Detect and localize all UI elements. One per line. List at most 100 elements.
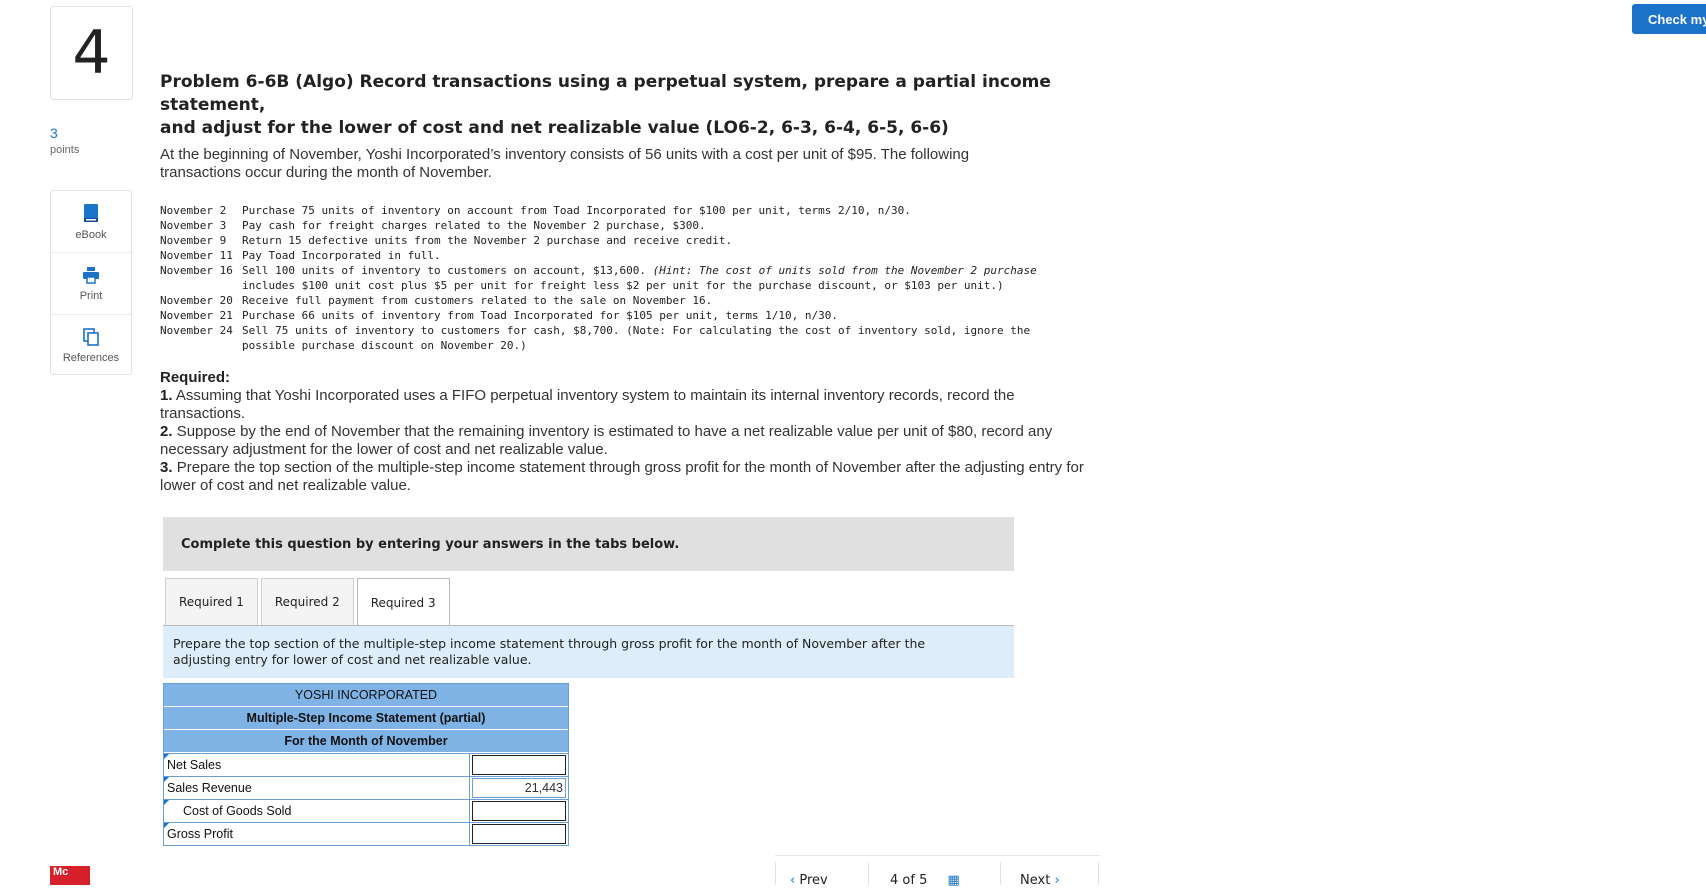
tab-bar: Required 1 Required 2 Required 3 [165, 578, 453, 627]
next-button[interactable]: Next › [1020, 873, 1060, 888]
instructions-text: Complete this question by entering your … [181, 536, 680, 552]
tab-required-1[interactable]: Required 1 [165, 578, 258, 625]
problem-title: Problem 6-6B (Algo) Record transactions … [160, 71, 1110, 140]
transaction-row: November 21 Purchase 66 units of invento… [160, 308, 1122, 323]
transaction-text-main: Sell 100 units of inventory to customers… [242, 264, 646, 277]
transaction-text: Sell 100 units of inventory to customers… [242, 263, 1122, 293]
transaction-date: November 3 [160, 219, 227, 232]
next-label: Next [1020, 873, 1051, 888]
required-num: 2. [160, 423, 173, 440]
transaction-date: November 16 [160, 264, 233, 277]
row-label-sales-revenue[interactable]: Sales Revenue [164, 777, 470, 799]
transaction-date: November 24 [160, 324, 233, 337]
transaction-date: November 9 [160, 234, 227, 247]
problem-title-line1: Problem 6-6B (Algo) Record transactions … [160, 72, 1051, 115]
transaction-text-cont: possible purchase discount on November 2… [242, 339, 527, 352]
references-button[interactable]: References [51, 315, 131, 376]
row-label-net-sales[interactable]: Net Sales [164, 754, 470, 776]
net-sales-input[interactable] [472, 755, 566, 775]
tab-prompt-box: Prepare the top section of the multiple-… [163, 626, 1014, 678]
page-indicator[interactable]: 4 of 5 ▦ [890, 873, 960, 888]
ebook-label: eBook [75, 228, 107, 241]
nav-separator [775, 862, 776, 885]
transaction-row: November 24 Sell 75 units of inventory t… [160, 323, 1122, 353]
copy-pages-icon [83, 327, 99, 346]
transaction-text-main: Sell 75 units of inventory to customers … [242, 324, 1031, 337]
table-row: Net Sales [164, 753, 568, 776]
required-heading: Required: [160, 369, 231, 386]
tab-prompt-text: Prepare the top section of the multiple-… [173, 636, 926, 667]
required-num: 1. [160, 387, 173, 404]
prev-button[interactable]: ‹ Prev [790, 873, 828, 888]
transaction-row: November 2 Purchase 75 units of inventor… [160, 203, 1122, 218]
cost-of-goods-sold-input[interactable] [472, 801, 566, 821]
print-label: Print [79, 289, 103, 302]
transaction-date: November 21 [160, 309, 233, 322]
transaction-text: Pay cash for freight charges related to … [242, 219, 706, 232]
required-section: Required: 1. Assuming that Yoshi Incorpo… [160, 369, 1090, 495]
transaction-text: Purchase 75 units of inventory on accoun… [242, 204, 911, 217]
statement-company: YOSHI INCORPORATED [164, 684, 568, 707]
footer-divider [775, 855, 1100, 856]
required-item-1: 1. Assuming that Yoshi Incorporated uses… [160, 387, 1090, 423]
ebook-button[interactable]: eBook [51, 191, 131, 253]
points-value: 3 [50, 125, 58, 141]
gross-profit-input[interactable] [472, 824, 566, 844]
required-text: Prepare the top section of the multiple-… [160, 459, 1084, 494]
table-row: Sales Revenue 21,443 [164, 776, 568, 799]
nav-separator [1000, 862, 1001, 885]
transaction-text: Purchase 66 units of inventory from Toad… [242, 309, 839, 322]
problem-title-line2: and adjust for the lower of cost and net… [160, 118, 949, 138]
prev-label: Prev [799, 873, 828, 888]
statement-period: For the Month of November [164, 730, 568, 753]
transaction-text: Sell 75 units of inventory to customers … [242, 323, 1122, 353]
transaction-date: November 20 [160, 294, 233, 307]
printer-icon [83, 266, 99, 284]
transaction-text: Receive full payment from customers rela… [242, 294, 713, 307]
transaction-text: Pay Toad Incorporated in full. [242, 249, 441, 262]
page-current: 4 [890, 873, 899, 888]
tools-panel: eBook Print References [50, 190, 132, 375]
statement-title: Multiple-Step Income Statement (partial) [164, 707, 568, 730]
grid-icon: ▦ [947, 873, 960, 888]
check-my-work-button[interactable]: Check my [1632, 4, 1706, 34]
sales-revenue-input[interactable]: 21,443 [472, 778, 566, 798]
tab-required-3[interactable]: Required 3 [356, 578, 450, 627]
transaction-row: November 11 Pay Toad Incorporated in ful… [160, 248, 1122, 263]
transactions-table: November 2 Purchase 75 units of inventor… [160, 203, 1122, 353]
row-label-gross-profit[interactable]: Gross Profit [164, 823, 470, 845]
nav-separator [868, 862, 869, 885]
transaction-row: November 9 Return 15 defective units fro… [160, 233, 1122, 248]
required-text: Suppose by the end of November that the … [160, 423, 1053, 458]
page-total: 5 [919, 873, 928, 888]
chevron-right-icon: › [1054, 873, 1060, 888]
transaction-date: November 2 [160, 204, 227, 217]
transaction-row: November 16 Sell 100 units of inventory … [160, 263, 1122, 293]
tab-required-2[interactable]: Required 2 [260, 578, 354, 625]
nav-separator [1098, 862, 1099, 885]
required-item-3: 3. Prepare the top section of the multip… [160, 459, 1090, 495]
problem-intro: At the beginning of November, Yoshi Inco… [160, 146, 970, 181]
mcgraw-hill-logo: Mc [50, 866, 90, 885]
references-label: References [62, 351, 120, 364]
chevron-left-icon: ‹ [790, 873, 796, 888]
question-number: 4 [50, 6, 133, 100]
required-num: 3. [160, 459, 173, 476]
page-of: of [902, 873, 915, 888]
book-icon [84, 203, 98, 222]
instructions-banner: Complete this question by entering your … [163, 517, 1014, 571]
table-row: Cost of Goods Sold [164, 799, 568, 822]
required-item-2: 2. Suppose by the end of November that t… [160, 423, 1090, 459]
transaction-row: November 3 Pay cash for freight charges … [160, 218, 1122, 233]
points-label: points [50, 144, 80, 156]
transaction-row: November 20 Receive full payment from cu… [160, 293, 1122, 308]
required-text: Assuming that Yoshi Incorporated uses a … [160, 387, 1015, 422]
row-label-cost-of-goods-sold[interactable]: Cost of Goods Sold [164, 800, 470, 822]
income-statement-table: YOSHI INCORPORATED Multiple-Step Income … [163, 683, 569, 846]
transaction-hint-cont: includes $100 unit cost plus $5 per unit… [242, 279, 1004, 292]
transaction-hint: (Hint: The cost of units sold from the N… [652, 264, 1037, 277]
transaction-text: Return 15 defective units from the Novem… [242, 234, 733, 247]
transaction-date: November 11 [160, 249, 233, 262]
print-button[interactable]: Print [51, 253, 131, 315]
table-row: Gross Profit [164, 822, 568, 845]
